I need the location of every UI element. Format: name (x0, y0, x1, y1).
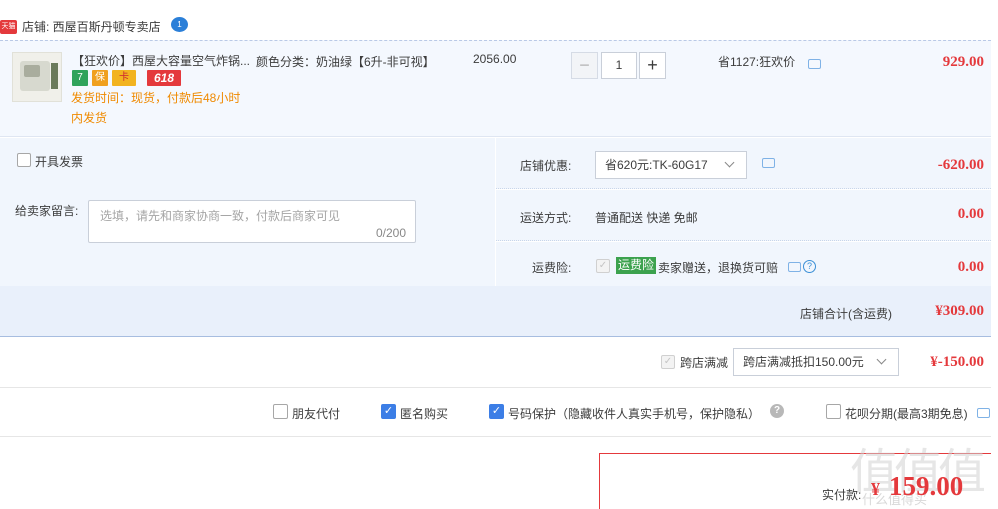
number-protection-label[interactable]: 号码保护（隐藏收件人真实手机号，保护隐私） (508, 405, 760, 422)
invoice-checkbox[interactable] (17, 153, 31, 167)
cross-store-amount: ¥-150.00 (930, 354, 984, 370)
cross-store-select[interactable]: 跨店满减抵扣150.00元 (733, 348, 899, 376)
invoice-label[interactable]: 开具发票 (35, 153, 83, 170)
item-promo-text: 省1127:狂欢价 (718, 55, 796, 69)
item-title-link[interactable]: 【狂欢价】西屋大容量空气炸锅... (72, 52, 252, 69)
seven-day-return-icon[interactable]: 7 (72, 70, 88, 86)
shop-subtotal-label: 店铺合计(含运费) (800, 307, 892, 321)
help-icon[interactable]: ? (803, 260, 816, 273)
anonymous-purchase-label[interactable]: 匿名购买 (400, 405, 448, 422)
shop-name-link[interactable]: 店铺: 西屋百斯丹顿专卖店 (22, 18, 161, 35)
item-thumbnail[interactable] (12, 52, 62, 102)
message-char-count: 0/200 (375, 226, 406, 240)
cross-store-checkbox[interactable]: ✓ (661, 355, 675, 369)
shipping-method-label: 运送方式: (520, 211, 572, 225)
shop-coupon-select[interactable]: 省620元:TK-60G17 (595, 151, 747, 179)
insurance-message-icon[interactable] (788, 262, 801, 272)
friend-pay-label[interactable]: 朋友代付 (292, 405, 340, 422)
huabei-installment-label[interactable]: 花呗分期(最高3期免息) (845, 405, 968, 422)
actual-payment-label: 实付款: (822, 488, 862, 502)
shop-coupon-amount: -620.00 (937, 157, 984, 173)
cross-store-label: 跨店满减 (680, 356, 729, 370)
shipping-insurance-label: 运费险: (532, 261, 572, 275)
shipping-amount: 0.00 (957, 206, 984, 222)
promo-618-badge[interactable]: 618 (147, 70, 181, 86)
divider (0, 436, 991, 437)
seller-message-label: 给卖家留言: (15, 204, 79, 218)
delivery-time-text: 发货时间：现货，付款后48小时内发货 (71, 91, 241, 125)
shipping-insurance-tag: 运费险 (616, 257, 657, 274)
quantity-input[interactable]: 1 (601, 52, 637, 79)
chat-bubble-icon[interactable]: 1 (171, 17, 188, 32)
shop-subtotal-amount: ¥309.00 (935, 303, 984, 319)
quantity-increase-button[interactable]: + (639, 52, 666, 79)
item-unit-price: 2056.00 (473, 52, 517, 66)
friend-pay-checkbox[interactable] (273, 404, 288, 419)
help-icon[interactable]: ? (770, 404, 784, 418)
shipping-insurance-amount: 0.00 (957, 259, 984, 275)
coupon-message-icon[interactable] (762, 158, 775, 168)
actual-payment-currency: ¥ (871, 479, 880, 499)
anonymous-purchase-checkbox[interactable]: ✓ (381, 404, 396, 419)
divider (0, 387, 991, 388)
quantity-decrease-button[interactable]: − (571, 52, 598, 79)
guarantee-icon[interactable]: 保 (92, 70, 108, 86)
seller-message-placeholder: 选填，请先和商家协商一致，付款后商家可见 (100, 209, 341, 223)
huabei-installment-checkbox[interactable] (826, 404, 841, 419)
card-payment-icon[interactable]: 卡 (112, 70, 136, 86)
item-spec-text: 颜色分类：奶油绿【6升-非可视】 (256, 55, 435, 69)
item-total-price: 929.00 (942, 54, 984, 70)
promo-message-icon[interactable] (808, 59, 821, 69)
shipping-method-value: 普通配送 快递 免邮 (595, 211, 698, 225)
shipping-insurance-desc: 卖家赠送，退换货可赔 (658, 261, 779, 275)
shipping-insurance-checkbox[interactable]: ✓ (596, 259, 610, 273)
shop-coupon-label: 店铺优惠: (520, 159, 572, 173)
huabei-message-icon[interactable] (977, 408, 990, 418)
number-protection-checkbox[interactable]: ✓ (489, 404, 504, 419)
tmall-logo-icon: 天猫 (0, 20, 17, 34)
actual-payment-amount: 159.00 (889, 471, 964, 501)
